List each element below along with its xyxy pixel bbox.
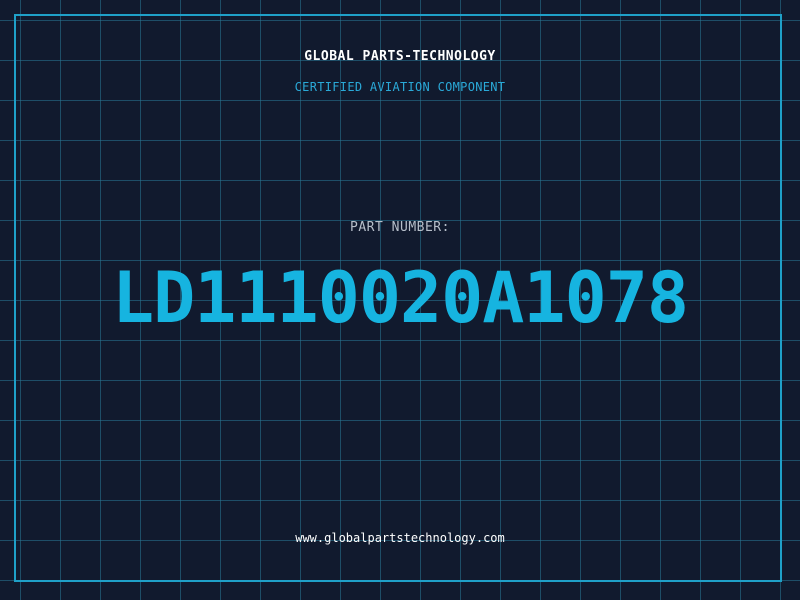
certification-subtitle: CERTIFIED AVIATION COMPONENT: [294, 80, 506, 94]
company-name: GLOBAL PARTS-TECHNOLOGY: [304, 49, 496, 64]
part-label-card: GLOBAL PARTS-TECHNOLOGY CERTIFIED AVIATI…: [0, 0, 800, 600]
part-number-value: LD1110020A1078: [111, 257, 689, 339]
part-number-label: PART NUMBER:: [350, 220, 450, 235]
website-url: www.globalpartstechnology.com: [295, 531, 505, 545]
